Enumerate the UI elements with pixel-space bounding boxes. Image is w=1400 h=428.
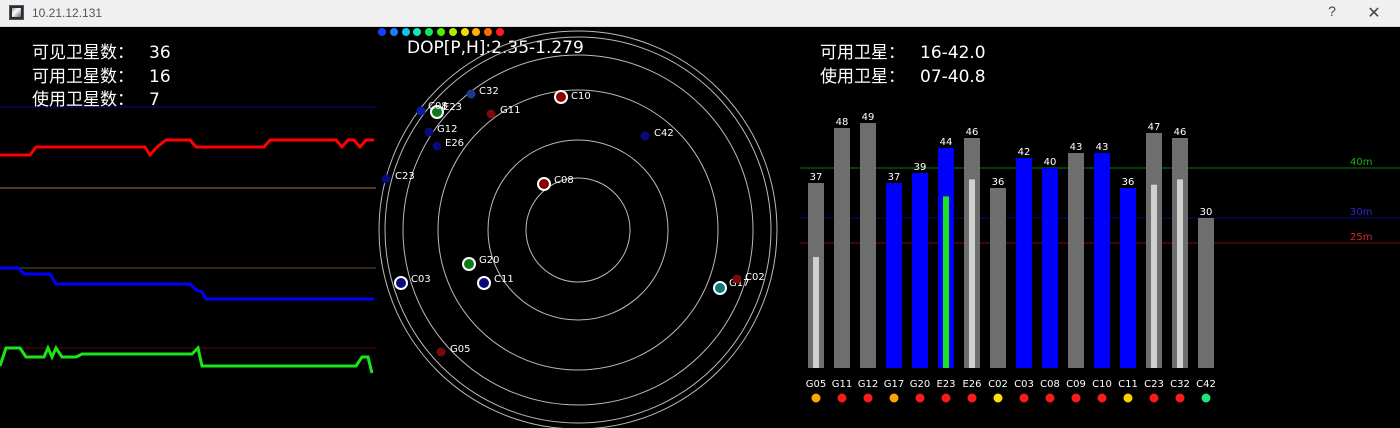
snr-bar	[834, 128, 850, 368]
status-dot	[863, 393, 873, 403]
snr-bar-value: 49	[862, 112, 875, 123]
snr-bar-category: G17	[884, 379, 904, 390]
snr-bar-category: G20	[910, 379, 930, 390]
snr-bar-value: 37	[888, 172, 901, 183]
status-dot	[1071, 393, 1081, 403]
snr-bar	[1042, 168, 1058, 368]
snr-bar	[860, 123, 876, 368]
status-dot	[837, 393, 847, 403]
status-dot	[1175, 393, 1185, 403]
snr-bar-category: C09	[1066, 379, 1086, 390]
snr-bar-value: 36	[992, 177, 1005, 188]
help-button[interactable]: ?	[1324, 3, 1340, 23]
close-button[interactable]: ✕	[1366, 3, 1382, 23]
snr-bar-category: C32	[1170, 379, 1190, 390]
window-titlebar[interactable]: 10.21.12.131 ? ✕	[0, 0, 1400, 27]
snr-bar-value: 37	[810, 172, 823, 183]
snr-bar-value: 46	[966, 127, 979, 138]
snr-bar-category: C11	[1118, 379, 1138, 390]
snr-bar-value: 40	[1044, 157, 1057, 168]
snr-bar-category: E26	[962, 379, 981, 390]
snr-bar-category: C23	[1144, 379, 1164, 390]
status-dot	[1097, 393, 1107, 403]
window-title: 10.21.12.131	[32, 6, 103, 20]
status-dot	[915, 393, 925, 403]
snr-bar-value: 44	[940, 137, 953, 148]
snr-bar	[1198, 218, 1214, 368]
snr-bar	[1068, 153, 1084, 368]
status-dot	[889, 393, 899, 403]
status-dot	[993, 393, 1003, 403]
status-dot	[1019, 393, 1029, 403]
snr-bar-category: G05	[806, 379, 826, 390]
status-dot	[811, 393, 821, 403]
snr-bar	[886, 183, 902, 368]
snr-bar	[1120, 188, 1136, 368]
snr-bar-value: 43	[1070, 142, 1083, 153]
snr-bar-value: 30	[1200, 207, 1213, 218]
snr-bar-value: 39	[914, 162, 927, 173]
main-content: 可见卫星数： 36 可用卫星数： 16 使用卫星数： 7 DOP[P,H]:2.35-…	[0, 28, 1400, 428]
snr-bar-category: C42	[1196, 379, 1216, 390]
snr-bar-category: G11	[832, 379, 852, 390]
snr-bar-inner	[1151, 184, 1157, 368]
snr-bar-inner	[969, 179, 975, 368]
snr-bar-category: G12	[858, 379, 878, 390]
status-dot	[1149, 393, 1159, 403]
app-icon	[9, 5, 24, 20]
status-dot	[1201, 393, 1211, 403]
snr-bar	[1016, 158, 1032, 368]
snr-bar-value: 46	[1174, 127, 1187, 138]
reference-line-label: 25m	[1350, 232, 1372, 243]
snr-bar-value: 48	[836, 117, 849, 128]
snr-bar-value: 42	[1018, 147, 1031, 158]
status-dot	[1045, 393, 1055, 403]
snr-bar	[912, 173, 928, 368]
snr-bar-value: 36	[1122, 177, 1135, 188]
snr-bar-category: E23	[936, 379, 955, 390]
snr-bar-value: 43	[1096, 142, 1109, 153]
reference-line-label: 30m	[1350, 207, 1372, 218]
snr-bar-chart: 40m 30m 25m 37 G05 48 G11 49 G12 37 G17 39 G20 44 E23…	[800, 112, 1400, 403]
snr-bar-category: C08	[1040, 379, 1060, 390]
snr-bar	[990, 188, 1006, 368]
reference-line-label: 40m	[1350, 157, 1372, 168]
snr-bar-category: C10	[1092, 379, 1112, 390]
status-dot	[1123, 393, 1133, 403]
snr-bar-inner	[943, 196, 949, 368]
snr-bar-inner	[813, 257, 819, 368]
status-dot	[941, 393, 951, 403]
snr-bar-category: C03	[1014, 379, 1034, 390]
status-dot	[967, 393, 977, 403]
snr-bar-value: 47	[1148, 122, 1161, 133]
snr-bar-category: C02	[988, 379, 1008, 390]
snr-bar	[1094, 153, 1110, 368]
snr-bar-inner	[1177, 179, 1183, 368]
